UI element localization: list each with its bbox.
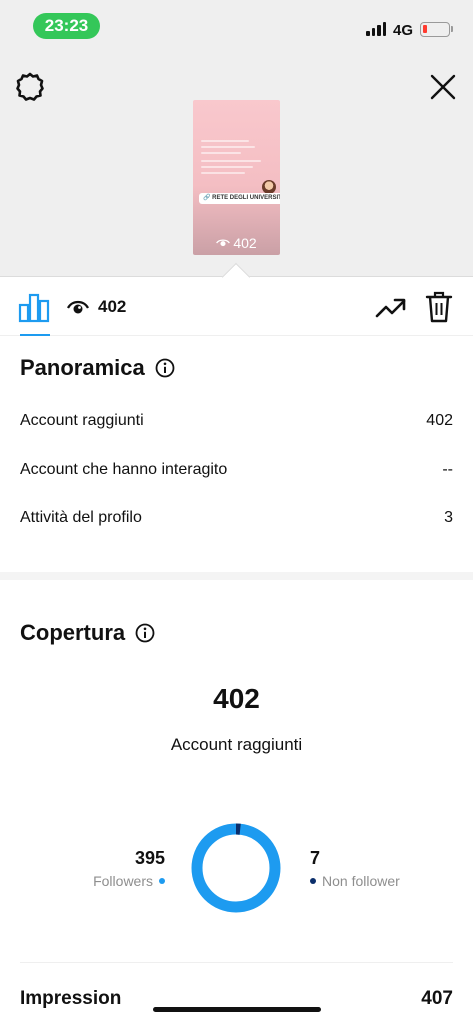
story-view-count: 402: [193, 235, 280, 251]
metric-row-profile-activity[interactable]: Attività del profilo 3: [20, 509, 453, 527]
metric-label: Account che hanno interagito: [20, 461, 228, 478]
metric-value: --: [442, 461, 453, 478]
trending-icon[interactable]: [375, 292, 407, 324]
status-time: 23:23: [33, 13, 100, 39]
metric-row-engaged[interactable]: Account che hanno interagito --: [20, 461, 453, 479]
views-count: 402: [98, 297, 127, 316]
link-sticker: 🔗 RETE DEGLI UNIVERSITARI: [199, 193, 280, 204]
metric-label: Account raggiunti: [20, 412, 144, 429]
network-label: 4G: [393, 22, 414, 39]
overview-title: Panoramica: [20, 355, 145, 380]
legend-non-followers: 7 Non follower: [310, 848, 450, 889]
info-icon[interactable]: [155, 358, 175, 378]
insights-bar-icon[interactable]: [17, 290, 51, 324]
metric-value: 3: [444, 509, 453, 526]
legend-followers: 395 Followers: [60, 848, 165, 889]
settings-icon[interactable]: [15, 71, 45, 101]
close-icon[interactable]: [428, 72, 458, 102]
eye-icon: [67, 298, 89, 316]
followers-arc: [191, 823, 281, 913]
metric-value: 402: [426, 412, 453, 429]
memoji-sticker: [262, 180, 276, 194]
info-icon[interactable]: [135, 623, 155, 643]
followers-label: Followers: [93, 873, 153, 889]
battery-tip: [451, 26, 453, 32]
insights-toolbar: 402: [0, 278, 473, 336]
reach-total-label: Account raggiunti: [170, 735, 303, 754]
row-divider: [20, 962, 453, 963]
overview-header: Panoramica: [20, 355, 175, 381]
status-bar: 23:23 4G: [0, 0, 473, 50]
home-indicator: [153, 1007, 321, 1012]
section-divider: [0, 572, 473, 580]
battery-icon: [420, 22, 450, 37]
non-followers-value: 7: [310, 848, 321, 868]
metric-row-reached[interactable]: Account raggiunti 402: [20, 412, 453, 430]
reach-header: Copertura: [20, 620, 155, 646]
eye-icon: [216, 239, 231, 247]
reach-donut-chart: [191, 823, 281, 913]
story-views-value: 402: [233, 235, 257, 251]
story-preview-area: 🔗 RETE DEGLI UNIVERSITARI 402: [0, 50, 473, 292]
reach-title: Copertura: [20, 620, 126, 645]
trash-icon[interactable]: [425, 290, 453, 324]
reach-total: 402: [213, 683, 260, 714]
followers-value: 395: [134, 848, 165, 868]
followers-dot: [159, 878, 165, 884]
signal-icon: [366, 22, 386, 36]
impressions-label: Impression: [20, 988, 122, 1009]
non-followers-label: Non follower: [322, 873, 400, 889]
non-followers-dot: [310, 878, 316, 884]
metric-label: Attività del profilo: [20, 509, 142, 526]
active-tab-indicator: [20, 334, 50, 336]
impressions-value: 407: [421, 988, 453, 1009]
story-thumbnail[interactable]: 🔗 RETE DEGLI UNIVERSITARI 402: [193, 100, 280, 255]
